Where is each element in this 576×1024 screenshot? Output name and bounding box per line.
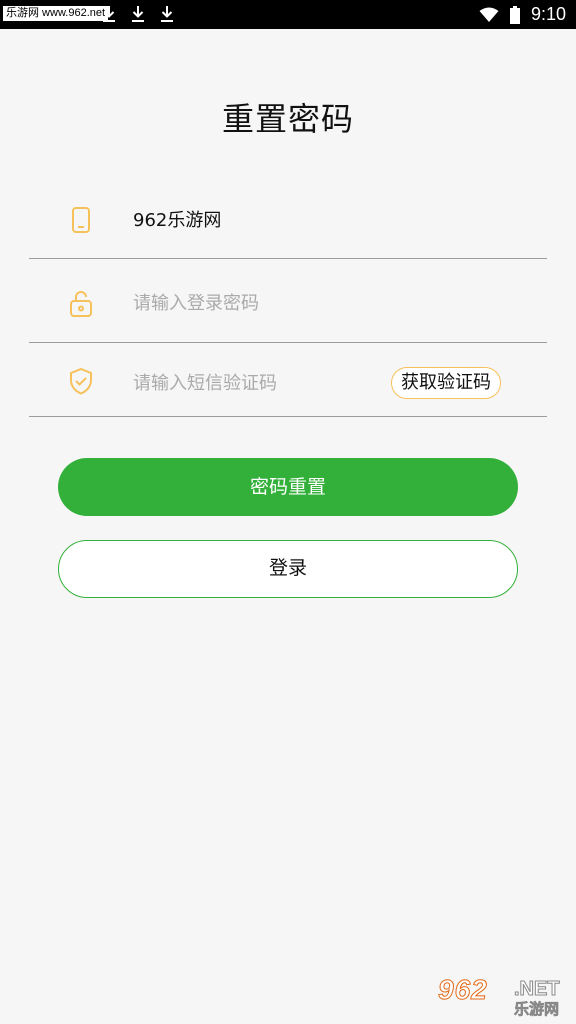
unlock-icon xyxy=(70,291,92,317)
reset-password-button[interactable]: 密码重置 xyxy=(58,458,518,516)
download-icon xyxy=(161,6,173,22)
page-title: 重置密码 xyxy=(221,100,354,138)
status-watermark: 乐游网 www.962.net xyxy=(3,6,109,21)
login-button[interactable]: 登录 xyxy=(58,540,518,598)
watermark-number: 962 xyxy=(438,974,488,1006)
battery-icon xyxy=(509,5,520,24)
download-icon xyxy=(132,6,144,22)
status-time: 9:10 xyxy=(530,4,566,24)
download-icon xyxy=(103,6,115,22)
phone-input[interactable]: 962乐游网 xyxy=(133,209,221,233)
site-watermark: 962 .NET 乐游网 xyxy=(438,974,570,1020)
password-input[interactable]: 请输入登录密码 xyxy=(133,292,259,316)
status-bar: 乐游网 www.962.net 9:10 xyxy=(0,0,576,29)
sms-code-row[interactable]: 请输入短信验证码 获取验证码 xyxy=(29,345,547,417)
sms-code-input[interactable]: 请输入短信验证码 xyxy=(133,372,277,396)
get-code-button[interactable]: 获取验证码 xyxy=(391,367,501,399)
shield-check-icon xyxy=(70,367,92,395)
phone-row[interactable]: 962乐游网 xyxy=(29,180,547,259)
password-row[interactable]: 请输入登录密码 xyxy=(29,264,547,343)
wifi-icon xyxy=(479,7,499,22)
watermark-site-name: 乐游网 xyxy=(514,1000,560,1019)
phone-icon xyxy=(72,207,90,233)
